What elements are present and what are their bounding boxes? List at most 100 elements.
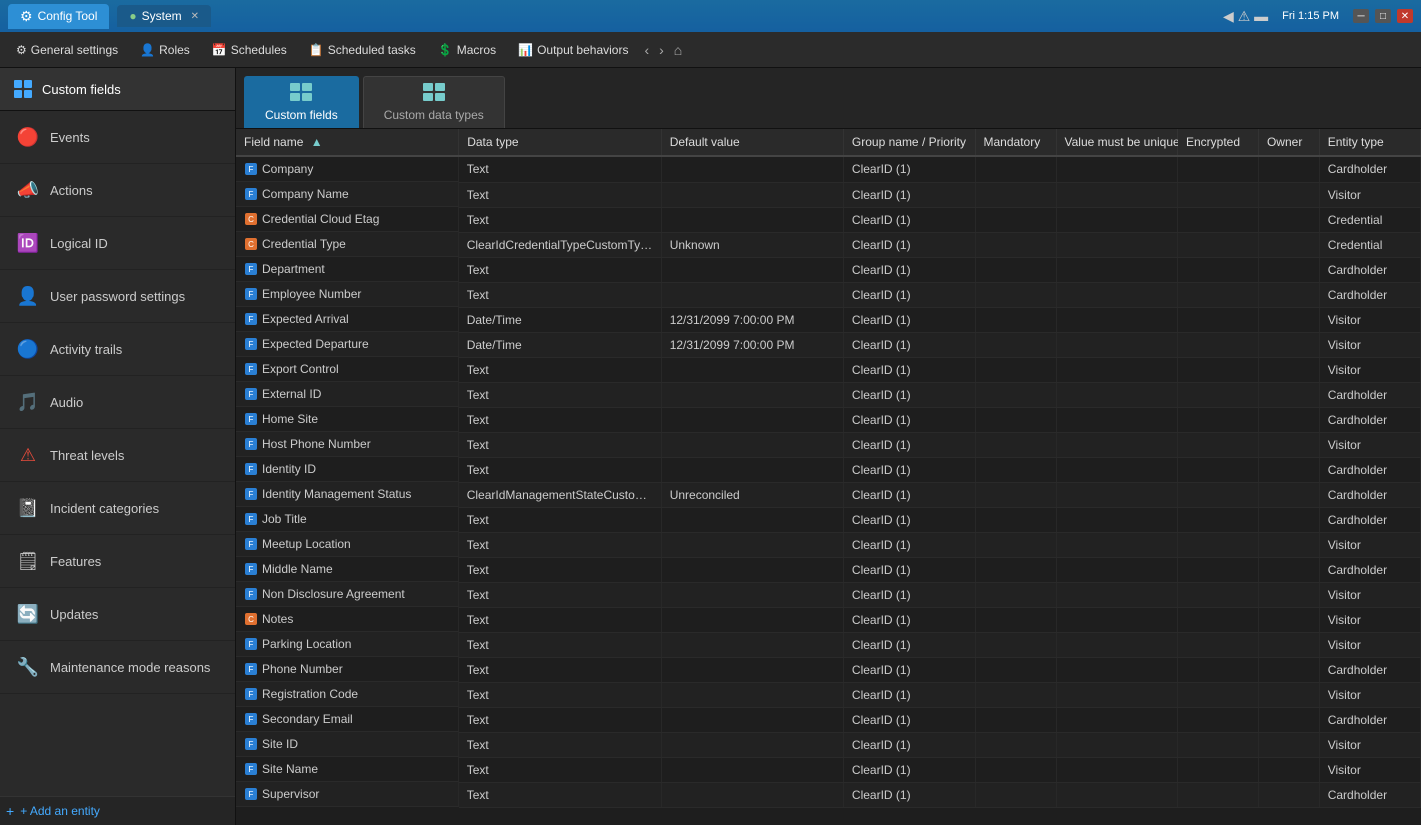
col-unique[interactable]: Value must be unique — [1056, 129, 1177, 156]
col-entity-type[interactable]: Entity type — [1319, 129, 1420, 156]
table-row[interactable]: F Identity ID Text ClearID (1) Cardholde… — [236, 457, 1421, 482]
sidebar-item-events[interactable]: 🔴 Events — [0, 111, 235, 164]
table-row[interactable]: F External ID Text ClearID (1) Cardholde… — [236, 382, 1421, 407]
sidebar-item-actions[interactable]: 📣 Actions — [0, 164, 235, 217]
table-container[interactable]: Field name ▲ Data type Default value Gro… — [236, 129, 1421, 825]
tab-system[interactable]: ● System ✕ — [117, 5, 211, 27]
cell-mandatory — [975, 156, 1056, 182]
maximize-button[interactable]: □ — [1375, 9, 1391, 23]
cell-field-name: F Middle Name — [236, 557, 459, 582]
sidebar-item-maintenance[interactable]: 🔧 Maintenance mode reasons — [0, 641, 235, 694]
svg-text:F: F — [249, 740, 254, 749]
cell-owner — [1258, 557, 1319, 582]
maintenance-icon: 🔧 — [16, 655, 40, 679]
nav-general-settings[interactable]: ⚙ General settings — [6, 38, 128, 62]
cell-encrypted — [1177, 282, 1258, 307]
sidebar-item-audio[interactable]: 🎵 Audio — [0, 376, 235, 429]
table-row[interactable]: F Department Text ClearID (1) Cardholder — [236, 257, 1421, 282]
add-entity-button[interactable]: + + Add an entity — [0, 796, 235, 825]
cell-data-type: Text — [459, 557, 661, 582]
table-row[interactable]: F Site Name Text ClearID (1) Visitor — [236, 757, 1421, 782]
tab-custom-data-types[interactable]: Custom data types — [363, 76, 505, 128]
cell-encrypted — [1177, 332, 1258, 357]
nav-schedules[interactable]: 📅 Schedules — [202, 38, 297, 62]
table-row[interactable]: F Middle Name Text ClearID (1) Cardholde… — [236, 557, 1421, 582]
custom-data-types-icon — [423, 83, 445, 106]
col-encrypted[interactable]: Encrypted — [1177, 129, 1258, 156]
sidebar-item-user-password[interactable]: 👤 User password settings — [0, 270, 235, 323]
col-data-type[interactable]: Data type — [459, 129, 661, 156]
cell-field-name: F Registration Code — [236, 682, 459, 707]
svg-text:F: F — [249, 790, 254, 799]
cell-mandatory — [975, 307, 1056, 332]
table-row[interactable]: F Company Name Text ClearID (1) Visitor — [236, 182, 1421, 207]
nav-output-behaviors[interactable]: 📊 Output behaviors — [508, 38, 638, 62]
nav-back[interactable]: ‹ — [640, 37, 653, 63]
sidebar-item-incident-categories[interactable]: 📓 Incident categories — [0, 482, 235, 535]
close-button[interactable]: ✕ — [1397, 9, 1413, 23]
cell-field-name: F Host Phone Number — [236, 432, 459, 457]
nav-forward[interactable]: › — [655, 37, 668, 63]
nav-home[interactable]: ⌂ — [670, 37, 686, 63]
cell-group-priority: ClearID (1) — [843, 432, 975, 457]
table-row[interactable]: F Meetup Location Text ClearID (1) Visit… — [236, 532, 1421, 557]
table-row[interactable]: F Job Title Text ClearID (1) Cardholder — [236, 507, 1421, 532]
nav-scheduled-tasks[interactable]: 📋 Scheduled tasks — [299, 38, 426, 62]
cell-data-type: Text — [459, 282, 661, 307]
cell-field-name: F Home Site — [236, 407, 459, 432]
title-bar: ⚙ Config Tool ● System ✕ ◀ ⚠ ▬ Fri 1:15 … — [0, 0, 1421, 32]
system-tab-close[interactable]: ✕ — [191, 11, 199, 22]
table-row[interactable]: F Registration Code Text ClearID (1) Vis… — [236, 682, 1421, 707]
scheduled-tasks-icon: 📋 — [309, 43, 324, 57]
cell-unique — [1056, 156, 1177, 182]
svg-text:C: C — [248, 215, 254, 224]
cell-group-priority: ClearID (1) — [843, 232, 975, 257]
table-row[interactable]: F Home Site Text ClearID (1) Cardholder — [236, 407, 1421, 432]
sidebar-item-threat-levels[interactable]: ⚠ Threat levels — [0, 429, 235, 482]
minimize-button[interactable]: ─ — [1353, 9, 1369, 23]
cell-data-type: Text — [459, 707, 661, 732]
table-row[interactable]: F Identity Management Status ClearIdMana… — [236, 482, 1421, 507]
col-group-priority[interactable]: Group name / Priority — [843, 129, 975, 156]
table-row[interactable]: F Supervisor Text ClearID (1) Cardholder — [236, 782, 1421, 807]
table-row[interactable]: F Expected Arrival Date/Time 12/31/2099 … — [236, 307, 1421, 332]
col-owner[interactable]: Owner — [1258, 129, 1319, 156]
cell-group-priority: ClearID (1) — [843, 507, 975, 532]
cell-data-type: Text — [459, 207, 661, 232]
sidebar-item-logical-id[interactable]: 🆔 Logical ID — [0, 217, 235, 270]
table-row[interactable]: C Credential Cloud Etag Text ClearID (1)… — [236, 207, 1421, 232]
cell-mandatory — [975, 532, 1056, 557]
table-row[interactable]: F Export Control Text ClearID (1) Visito… — [236, 357, 1421, 382]
cell-entity-type: Cardholder — [1319, 782, 1420, 807]
table-row[interactable]: F Secondary Email Text ClearID (1) Cardh… — [236, 707, 1421, 732]
content-tabs: Custom fields Custom data types — [236, 68, 1421, 129]
col-mandatory[interactable]: Mandatory — [975, 129, 1056, 156]
tab-config-tool[interactable]: ⚙ Config Tool — [8, 4, 109, 29]
cell-encrypted — [1177, 407, 1258, 432]
col-field-name[interactable]: Field name ▲ — [236, 129, 459, 156]
table-row[interactable]: F Expected Departure Date/Time 12/31/209… — [236, 332, 1421, 357]
table-row[interactable]: F Company Text ClearID (1) Cardholder — [236, 156, 1421, 182]
table-row[interactable]: C Credential Type ClearIdCredentialTypeC… — [236, 232, 1421, 257]
nav-macros[interactable]: 💲 Macros — [428, 38, 506, 62]
roles-icon: 👤 — [140, 43, 155, 57]
nav-roles[interactable]: 👤 Roles — [130, 38, 200, 62]
cell-group-priority: ClearID (1) — [843, 632, 975, 657]
tab-custom-fields[interactable]: Custom fields — [244, 76, 359, 128]
cell-entity-type: Cardholder — [1319, 707, 1420, 732]
table-row[interactable]: C Notes Text ClearID (1) Visitor — [236, 607, 1421, 632]
table-row[interactable]: F Employee Number Text ClearID (1) Cardh… — [236, 282, 1421, 307]
table-row[interactable]: F Site ID Text ClearID (1) Visitor — [236, 732, 1421, 757]
table-row[interactable]: F Phone Number Text ClearID (1) Cardhold… — [236, 657, 1421, 682]
col-default-value[interactable]: Default value — [661, 129, 843, 156]
table-row[interactable]: F Parking Location Text ClearID (1) Visi… — [236, 632, 1421, 657]
sidebar-item-activity-trails[interactable]: 🔵 Activity trails — [0, 323, 235, 376]
cell-encrypted — [1177, 257, 1258, 282]
cell-data-type: Text — [459, 156, 661, 182]
cell-default-value: 12/31/2099 7:00:00 PM — [661, 307, 843, 332]
sidebar-item-updates[interactable]: 🔄 Updates — [0, 588, 235, 641]
table-row[interactable]: F Host Phone Number Text ClearID (1) Vis… — [236, 432, 1421, 457]
table-row[interactable]: F Non Disclosure Agreement Text ClearID … — [236, 582, 1421, 607]
cell-encrypted — [1177, 707, 1258, 732]
sidebar-item-features[interactable]: 🗒 Features — [0, 535, 235, 588]
